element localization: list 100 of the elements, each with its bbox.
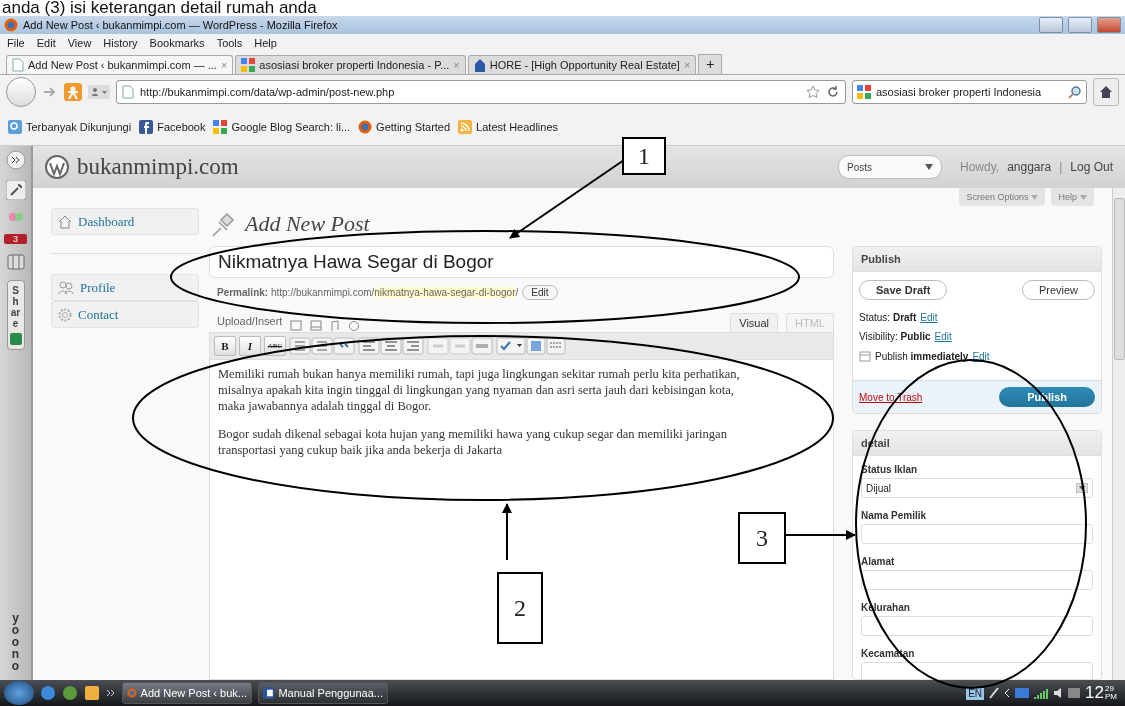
start-button[interactable]	[4, 681, 34, 705]
input-field[interactable]	[861, 524, 1093, 544]
edit-link[interactable]: Edit	[934, 331, 952, 342]
back-button[interactable]	[6, 77, 36, 107]
title-input[interactable]: Nikmatnya Hawa Segar di Bogor	[209, 246, 834, 278]
browser-tab[interactable]: HORE - [High Opportunity Real Estate] ×	[467, 55, 697, 74]
posts-dropdown[interactable]: Posts	[838, 155, 942, 179]
search-icon	[1068, 85, 1082, 99]
field-label: Nama Pemilik	[860, 509, 928, 523]
star-person-icon	[64, 83, 82, 101]
browser-tab[interactable]: Add New Post ‹ bukanmimpi.com — ... ×	[6, 55, 234, 74]
preview-button[interactable]: Preview	[1021, 280, 1095, 300]
edit-permalink-button[interactable]: Edit	[522, 284, 558, 300]
greeting-text: Howdy,	[960, 160, 1000, 174]
post-paragraph: Memiliki rumah bukan hanya memiliki rumah, tapi juga lingkungan sekitar rumah perlu kita perhatikan, misalnya apakah kita ingin tinggal di lingkungan yang nyaman dan asri serta jauh dari kebisingan kota, maka jawabannya adalah tinggal di Bogor.	[218, 366, 741, 414]
taskbar-button[interactable]: Manual Penggunaa...	[258, 682, 388, 704]
menu-item[interactable]: History	[103, 37, 138, 49]
bookmark-link[interactable]: Getting Started	[358, 120, 451, 134]
forward-arrow-icon	[42, 85, 58, 99]
edit-link[interactable]: Edit	[920, 312, 938, 323]
caret-icon	[1031, 194, 1039, 200]
bookmark-link[interactable]: Latest Headlines	[458, 120, 559, 134]
double-chevron-icon	[5, 150, 26, 170]
publish-setting-text: Publish immediately	[875, 350, 969, 362]
browser-tab[interactable]: asosiasi broker properti Indonesia - P... ×	[235, 55, 466, 74]
yoono-logo: yoono	[10, 612, 21, 675]
align-buttons-icon	[358, 337, 424, 355]
notification-badge: 3	[4, 234, 27, 244]
minimize-button[interactable]	[1039, 17, 1063, 33]
home-button[interactable]	[1093, 78, 1119, 106]
person-dropdown-icon	[88, 85, 110, 99]
site-title[interactable]: bukanmimpi.com	[77, 154, 239, 180]
people-icon	[58, 280, 74, 295]
maximize-button[interactable]	[1068, 17, 1092, 33]
publish-setting-text: Visibility: Public	[859, 331, 931, 342]
permalink-text: Permalink: http://bukanmimpi.com/nikmatnya-hawa-segar-di-bogor/	[217, 286, 519, 298]
pen-icon	[989, 687, 1000, 699]
spellcheck-buttons-icon	[496, 337, 566, 355]
menu-item[interactable]: Tools	[216, 37, 243, 49]
colored-squares-icon	[857, 85, 871, 99]
annotation-label: 2	[497, 572, 543, 644]
scrollbar[interactable]	[1112, 188, 1125, 680]
link-buttons-icon	[427, 337, 493, 355]
menu-item[interactable]: File	[7, 37, 25, 49]
logout-link[interactable]: Log Out	[1070, 160, 1113, 174]
taskbar-button[interactable]: Add New Post ‹ buk...	[122, 682, 252, 704]
editor-tab[interactable]: Visual	[730, 313, 779, 332]
annotation-arrow	[785, 530, 856, 540]
menu-item[interactable]: View	[67, 37, 92, 49]
post-paragraph: Bogor sudah dikenal sebagai kota hujan yang memiliki hawa yang cukup segar dan memiliki jaringan transportasi yang cukup baik jika anda bekerja di Jakarta	[218, 426, 728, 458]
house-letter-icon	[473, 58, 486, 72]
share-button[interactable]: Share	[6, 280, 25, 350]
help-button[interactable]: Help	[1051, 188, 1094, 206]
gallery-icon	[310, 320, 323, 332]
screen-options-button[interactable]: Screen Options	[959, 188, 1046, 206]
field-label: Alamat	[860, 555, 896, 569]
input-field[interactable]	[861, 570, 1093, 590]
chevron-left-icon	[1004, 688, 1011, 698]
input-field[interactable]	[861, 662, 1093, 679]
bookmark-link[interactable]: Google Blog Search: li...	[213, 120, 351, 134]
close-button[interactable]	[1097, 17, 1121, 33]
username-link[interactable]: anggara	[1007, 160, 1052, 174]
address-bar[interactable]: http://bukanmimpi.com/data/wp-admin/post-new.php	[116, 80, 846, 104]
colored-squares-icon	[213, 120, 228, 134]
sidebar-item[interactable]: Contact	[51, 301, 199, 328]
publish-setting-text: Status: Draft	[859, 312, 917, 323]
bookmark-link[interactable]: Facebook	[139, 120, 206, 134]
edit-link[interactable]: Edit	[972, 350, 990, 362]
caret-icon	[1080, 194, 1087, 200]
format-button[interactable]: I	[239, 336, 261, 356]
magnifier-icon	[8, 120, 22, 134]
menu-item[interactable]: Help	[254, 37, 277, 49]
close-tab-button[interactable]: ×	[220, 59, 228, 71]
caption-text: anda (3) isi keterangan detail rumah anda	[1, 0, 318, 16]
page-icon	[122, 85, 134, 99]
input-field[interactable]	[861, 616, 1093, 636]
wordpress-logo-icon	[45, 155, 69, 179]
list-buttons-icon	[289, 337, 355, 355]
bookmark-link[interactable]: Terbanyak Dikunjungi	[8, 120, 132, 134]
search-field[interactable]: asosiasi broker properti Indonesia	[852, 80, 1087, 104]
panel-title: Publish	[853, 247, 1101, 272]
caret-icon	[925, 164, 933, 170]
menu-item[interactable]: Edit	[36, 37, 56, 49]
speaker-icon	[1053, 688, 1064, 698]
move-to-trash-link[interactable]: Move to Trash	[859, 391, 923, 403]
status-select[interactable]: Dijual	[861, 478, 1093, 498]
menu-item[interactable]: Bookmarks	[149, 37, 205, 49]
annotation-label: 3	[738, 512, 786, 564]
save-draft-button[interactable]: Save Draft	[859, 280, 948, 300]
home-icon	[1099, 85, 1113, 99]
rss-icon	[458, 120, 473, 134]
annotation-arrow	[502, 503, 512, 561]
window-title: Add New Post ‹ bukanmimpi.com — WordPress - Mozilla Firefox	[23, 19, 339, 31]
format-button[interactable]: B	[214, 336, 236, 356]
double-chevron-icon	[106, 688, 116, 698]
new-tab-button[interactable]: +	[698, 54, 723, 74]
sidebar-item[interactable]: Dashboard	[51, 208, 199, 235]
calendar-icon	[859, 350, 871, 362]
sidebar-item[interactable]: Profile	[51, 274, 199, 301]
reload-icon	[826, 85, 840, 99]
